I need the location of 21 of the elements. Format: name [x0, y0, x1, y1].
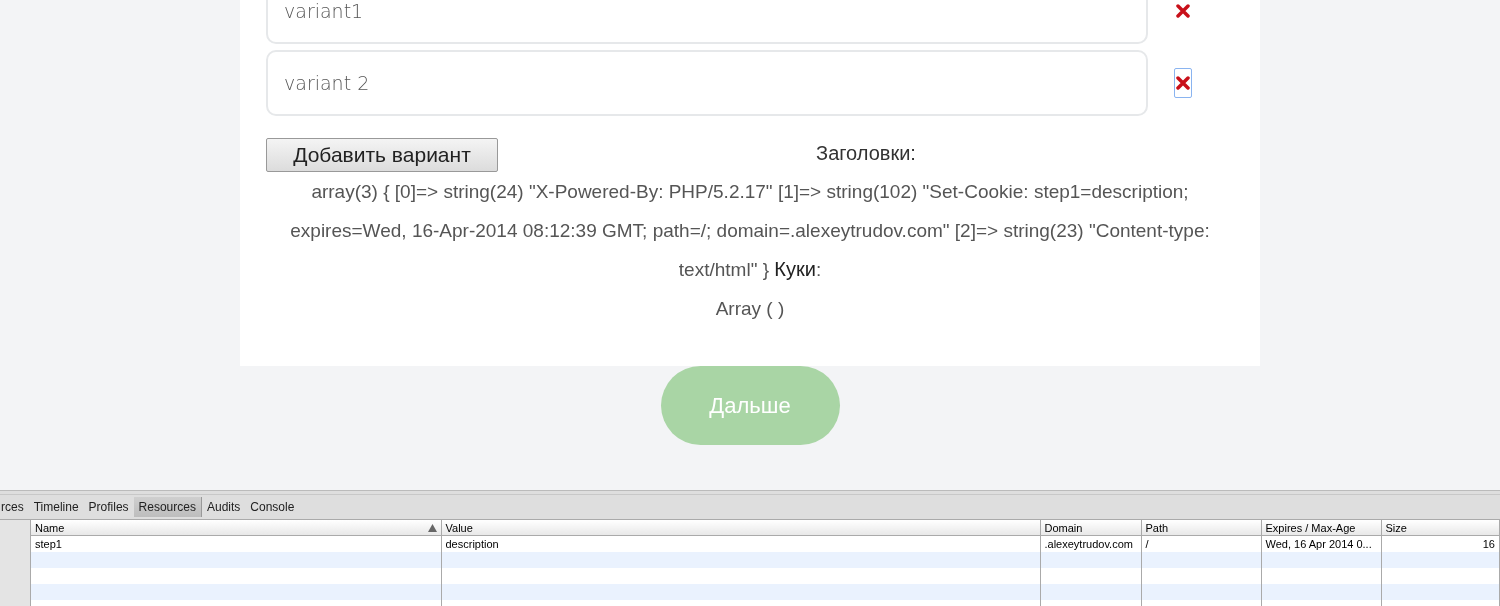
column-header[interactable]: Path	[1141, 520, 1261, 536]
devtools-tab[interactable]: Timeline	[28, 497, 84, 517]
devtools-tab[interactable]: Audits	[201, 497, 246, 517]
add-variant-button[interactable]: Добавить вариант	[266, 138, 498, 172]
variant-input[interactable]: variant 2	[266, 50, 1148, 116]
variant-input[interactable]: variant1	[266, 0, 1148, 44]
column-header[interactable]: Size	[1381, 520, 1500, 536]
column-header[interactable]: Expires / Max-Age	[1261, 520, 1381, 536]
column-header[interactable]: Value	[441, 520, 1040, 536]
column-header[interactable]: Name	[31, 520, 441, 536]
devtools-tab[interactable]: Resources	[133, 497, 202, 517]
close-icon	[1176, 4, 1190, 18]
devtools-tab[interactable]: Profiles	[83, 497, 134, 517]
headers-heading: Заголовки:	[815, 142, 917, 165]
column-header[interactable]: Domain	[1040, 520, 1141, 536]
close-icon	[1176, 76, 1190, 90]
devtools-tab[interactable]: rces	[0, 497, 29, 517]
delete-button[interactable]	[1174, 68, 1192, 98]
cookies-dump-text: Array ( )	[714, 297, 786, 321]
devtools-tab[interactable]: Console	[245, 497, 300, 517]
headers-dump-text: array(3) { [0]=> string(24) "X-Powered-By: PHP/5.2.17" [1]=> string(102) "Set-Cookie: step1=description; expires=Wed, 16-Apr-2014 08:12:39 GMT; path=/; domain=.alexeytrudov.com" [2]=> string(23) "Content-type: text/html" } Куки:	[289, 180, 1211, 282]
